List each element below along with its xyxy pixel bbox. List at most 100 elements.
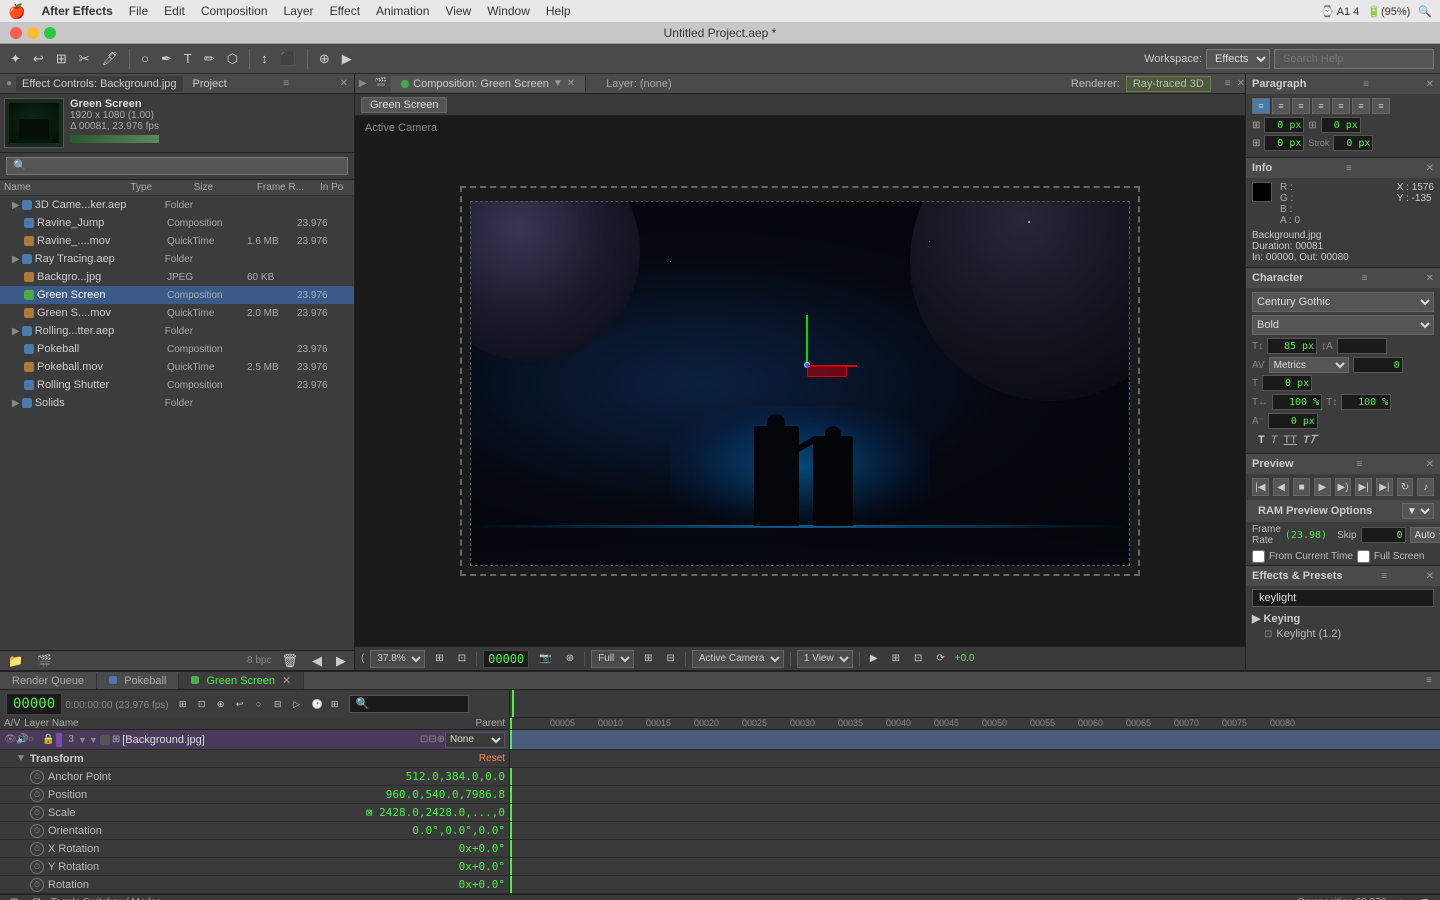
solo-icon[interactable]: ○ xyxy=(28,734,40,745)
layer-parent-selector[interactable]: None xyxy=(445,732,505,748)
in-point-col-header[interactable]: In Po xyxy=(320,182,350,193)
camera-btn[interactable]: 📷 xyxy=(535,651,555,666)
close-button[interactable] xyxy=(10,27,22,39)
new-folder-btn[interactable]: 📁 xyxy=(4,652,27,670)
toolbar-btn-10[interactable]: ⬡ xyxy=(223,49,242,69)
effects-opts[interactable]: ≡ xyxy=(1381,571,1387,582)
tree-row-ravinemov[interactable]: Ravine_....mov QuickTime 1.6 MB 23.976 xyxy=(0,232,354,250)
quality-selector[interactable]: Full xyxy=(591,650,634,668)
leading-input[interactable] xyxy=(1337,338,1387,354)
fit-comp-btn[interactable]: ⊞ xyxy=(431,651,447,666)
expand-icon-2[interactable]: ▼ xyxy=(89,735,98,745)
tl-search-input[interactable] xyxy=(349,695,469,713)
tree-row-greenscreenmov[interactable]: Green S....mov QuickTime 2.0 MB 23.976 xyxy=(0,304,354,322)
toolbar-btn-5[interactable]: 🖊 xyxy=(98,49,123,69)
layer-row[interactable]: 👁 🔊 ○ 🔒 3 ▼ ▼ ⊞ [Background.jpg] ⊡ ⊟ ⊕ N… xyxy=(0,730,509,750)
timeline-options[interactable]: ≡ xyxy=(1426,675,1440,686)
tl-btn-1[interactable]: ⊞ xyxy=(175,696,191,712)
position-value[interactable]: 960.0,540.0,7986.8 xyxy=(386,788,505,801)
tree-row-pokeball[interactable]: Pokeball Composition 23.976 xyxy=(0,340,354,358)
maximize-button[interactable] xyxy=(44,27,56,39)
align-left-btn[interactable]: ≡ xyxy=(1252,98,1270,114)
camera-selector[interactable]: Active Camera xyxy=(692,650,784,668)
tree-row-background[interactable]: Backgro...jpg JPEG 60 KB xyxy=(0,268,354,286)
toolbar-btn-9[interactable]: ✏ xyxy=(200,49,219,69)
orientation-stopwatch-icon[interactable]: ⏱ xyxy=(30,824,44,838)
font-selector[interactable]: Century Gothic xyxy=(1252,292,1434,312)
layer-effects-btn[interactable]: ⊕ xyxy=(437,734,445,745)
comp-panel-menu[interactable]: ≡ xyxy=(1219,78,1237,89)
toolbar-btn-3[interactable]: ⊞ xyxy=(52,49,71,69)
hscale-input[interactable] xyxy=(1272,394,1322,410)
pokeball-tab[interactable]: Pokeball xyxy=(97,673,179,689)
char-close[interactable]: ✕ xyxy=(1426,273,1434,284)
workspace-selector[interactable]: Effects xyxy=(1206,49,1270,69)
left-indent-input[interactable] xyxy=(1264,117,1304,133)
tree-row-greenscreen[interactable]: Green Screen Composition 23.976 xyxy=(0,286,354,304)
toolbar-btn-4[interactable]: ✂ xyxy=(75,49,94,69)
new-comp-btn[interactable]: 🎬 xyxy=(33,652,56,670)
name-col-header[interactable]: Name xyxy=(4,182,130,193)
font-style-selector[interactable]: Bold xyxy=(1252,315,1434,335)
justify-full-btn[interactable]: ≡ xyxy=(1372,98,1390,114)
tab-close-icon[interactable]: ✕ xyxy=(282,675,291,687)
baseline-input[interactable] xyxy=(1268,413,1318,429)
xrotation-stopwatch-icon[interactable]: ⏱ xyxy=(30,842,44,856)
effects-search-input[interactable] xyxy=(1252,589,1434,607)
help-menu[interactable]: Help xyxy=(546,4,571,18)
orientation-value[interactable]: 0.0°,0.0°,0.0° xyxy=(412,824,505,837)
tree-row-rolling[interactable]: ▶ Rolling...tter.aep Folder xyxy=(0,322,354,340)
type-bold-italic-btn[interactable]: T𝑇 xyxy=(1303,434,1317,447)
justify-left-btn[interactable]: ≡ xyxy=(1312,98,1330,114)
toolbar-btn-7[interactable]: ✒ xyxy=(157,49,176,69)
paragraph-opts[interactable]: ≡ xyxy=(1363,79,1369,90)
effect-controls-tab[interactable]: Effect Controls: Background.jpg xyxy=(16,76,183,92)
scale-stopwatch-icon[interactable]: ⏱ xyxy=(30,806,44,820)
keylight-item[interactable]: ⊡ Keylight (1.2) xyxy=(1252,627,1434,641)
font-size-input[interactable] xyxy=(1267,338,1317,354)
view-selector[interactable]: 1 View xyxy=(797,650,853,668)
vscale-input[interactable] xyxy=(1341,394,1391,410)
view-menu[interactable]: View xyxy=(445,4,471,18)
toolbar-btn-1[interactable]: ✦ xyxy=(6,49,25,69)
stroke-input[interactable] xyxy=(1333,135,1373,151)
rotation-value[interactable]: 0x+0.0° xyxy=(459,878,505,891)
yrotation-value[interactable]: 0x+0.0° xyxy=(459,860,505,873)
kerning-input[interactable] xyxy=(1353,357,1403,373)
layer-settings-btn[interactable]: ⊞ xyxy=(112,734,120,745)
scale-value[interactable]: ⊠ 2428.0,2428.0,...,0 xyxy=(366,806,505,819)
justify-right-btn[interactable]: ≡ xyxy=(1352,98,1370,114)
preview-close[interactable]: ✕ xyxy=(1426,459,1434,470)
window-menu[interactable]: Window xyxy=(487,4,530,18)
project-search-input[interactable] xyxy=(6,157,348,175)
tl-btn-2[interactable]: ⊡ xyxy=(194,696,210,712)
toolbar-btn-2[interactable]: ↩ xyxy=(29,49,48,69)
tl-timecode[interactable]: 00000 xyxy=(6,693,62,715)
info-close[interactable]: ✕ xyxy=(1426,163,1434,174)
step-fwd-btn[interactable]: ▶| xyxy=(1355,478,1372,496)
minimize-button[interactable] xyxy=(27,27,39,39)
ram-preview-selector[interactable]: ▼ xyxy=(1402,503,1434,519)
tl-btn-4[interactable]: ↩ xyxy=(232,696,248,712)
tl-btn-7[interactable]: ▷ xyxy=(289,696,305,712)
audio-btn[interactable]: ♪ xyxy=(1417,478,1434,496)
edit-menu[interactable]: Edit xyxy=(164,4,185,18)
tl-btn-3[interactable]: ⊕ xyxy=(213,696,229,712)
app-name[interactable]: After Effects xyxy=(41,4,112,18)
justify-center-btn[interactable]: ≡ xyxy=(1332,98,1350,114)
play-audio-btn[interactable]: ▶) xyxy=(1335,478,1352,496)
apple-menu[interactable]: 🍎 xyxy=(8,3,25,20)
transform-reset-btn[interactable]: Reset xyxy=(479,753,505,764)
yrotation-stopwatch-icon[interactable]: ⏱ xyxy=(30,860,44,874)
tl-btn-6[interactable]: ⊟ xyxy=(270,696,286,712)
comp-timecode[interactable]: 00000 xyxy=(483,650,529,668)
scroll-right-btn[interactable]: ▶ xyxy=(332,651,350,671)
paragraph-close[interactable]: ✕ xyxy=(1426,79,1434,90)
tree-row-3dcamera[interactable]: ▶ 3D Came...ker.aep Folder xyxy=(0,196,354,214)
position-stopwatch-icon[interactable]: ⏱ xyxy=(30,788,44,802)
comp-tab-close[interactable]: ▼ xyxy=(553,78,563,89)
anchor-value[interactable]: 512.0,384.0,0.0 xyxy=(406,770,505,783)
go-last-btn[interactable]: ▶| xyxy=(1376,478,1393,496)
layer-track[interactable] xyxy=(510,730,1440,750)
toggle-btn[interactable]: ⊕ xyxy=(562,651,578,666)
